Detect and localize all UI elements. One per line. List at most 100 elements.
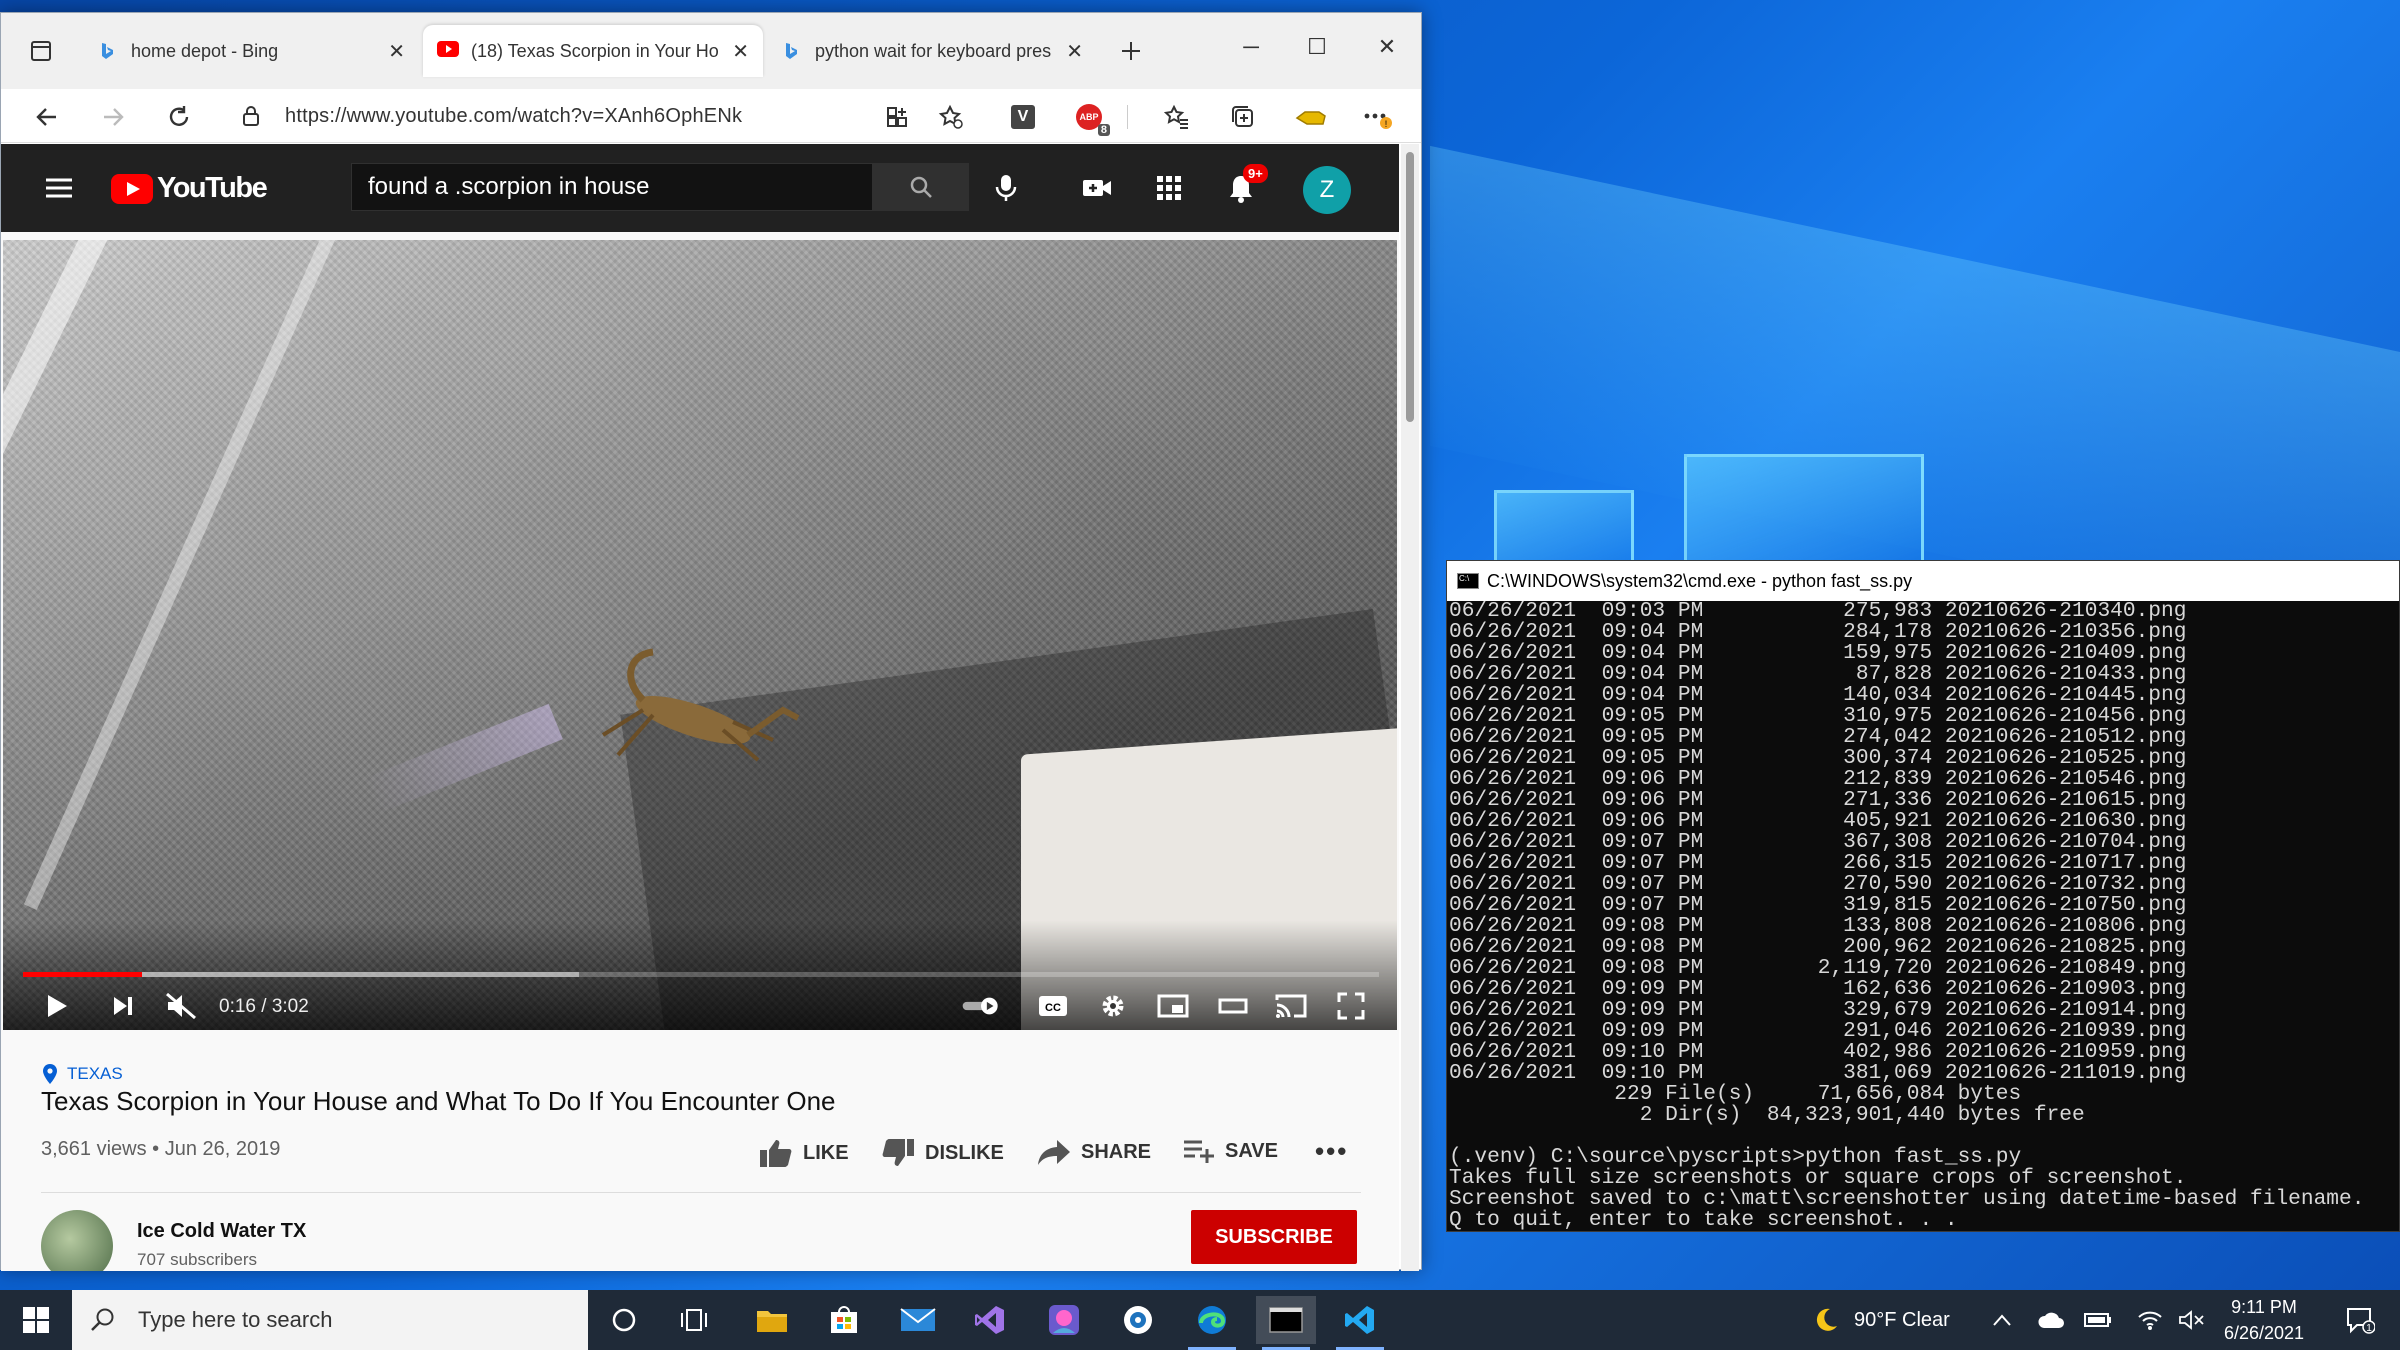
share-button[interactable]: SHARE	[1037, 1138, 1151, 1166]
location-tag[interactable]: TEXAS	[43, 1064, 123, 1084]
favorites-icon[interactable]	[1157, 97, 1197, 137]
cmd-line: 06/26/2021 09:07 PM 270,590 20210626-210…	[1449, 872, 2187, 896]
weather-text[interactable]: 90°F Clear	[1854, 1309, 1950, 1332]
battery-icon[interactable]	[2070, 1296, 2126, 1344]
create-video-icon[interactable]	[1077, 168, 1117, 208]
theater-mode-icon[interactable]	[1213, 990, 1253, 1022]
youtube-logo[interactable]: YouTube	[111, 172, 268, 205]
command-prompt-icon[interactable]	[1256, 1296, 1316, 1350]
task-view-icon[interactable]	[664, 1296, 724, 1344]
tab-close-icon[interactable]: ✕	[1066, 39, 1083, 64]
add-favorite-icon[interactable]	[931, 97, 971, 137]
cmd-output[interactable]: 06/26/2021 09:03 PM 275,983 20210626-210…	[1449, 601, 2400, 1233]
microsoft-store-icon[interactable]	[814, 1296, 874, 1344]
extension-v-icon[interactable]: V	[1003, 97, 1043, 137]
channel-name[interactable]: Ice Cold Water TX	[137, 1220, 306, 1243]
mute-icon[interactable]	[161, 990, 201, 1022]
close-window-icon[interactable]: ✕	[1357, 27, 1417, 67]
cmd-line: 06/26/2021 09:04 PM 159,975 20210626-210…	[1449, 641, 2187, 665]
new-tab-icon[interactable]	[1111, 31, 1151, 71]
clock[interactable]: 9:11 PM 6/26/2021	[2208, 1294, 2320, 1346]
extension-hand-icon[interactable]	[1291, 97, 1331, 137]
extension-v-label: V	[1011, 105, 1035, 129]
dislike-button[interactable]: DISLIKE	[881, 1138, 1004, 1168]
weather-moon-icon	[1816, 1308, 1837, 1331]
played-bar	[23, 972, 143, 977]
taskbar-search[interactable]: Type here to search	[72, 1290, 588, 1350]
tab-bing-python[interactable]: python wait for keyboard pres ✕	[767, 25, 1097, 77]
like-label: LIKE	[803, 1141, 849, 1164]
app-available-icon[interactable]	[877, 97, 917, 137]
progress-bar[interactable]	[23, 972, 1379, 977]
microphone-icon[interactable]	[986, 168, 1026, 208]
cmd-line: 06/26/2021 09:06 PM 271,336 20210626-210…	[1449, 788, 2187, 812]
tab-youtube-scorpion[interactable]: (18) Texas Scorpion in Your Ho ✕	[423, 25, 763, 77]
page-scrollbar[interactable]	[1401, 144, 1419, 1271]
system-tray: 90°F Clear	[1812, 1290, 1950, 1350]
youtube-icon	[437, 41, 459, 61]
action-center-icon[interactable]: 1	[2330, 1296, 2390, 1344]
adblock-badge: 8	[1097, 124, 1110, 136]
notification-badge: 9+	[1243, 164, 1268, 183]
play-icon[interactable]	[37, 990, 77, 1022]
adblock-icon[interactable]: ABP 8	[1069, 97, 1110, 137]
search-input[interactable]: found a .scorpion in house	[351, 163, 873, 211]
lock-icon[interactable]	[241, 105, 261, 132]
subscriber-count: 707 subscribers	[137, 1250, 258, 1269]
miniplayer-icon[interactable]	[1153, 990, 1193, 1022]
thumbs-down-icon	[882, 1139, 914, 1166]
next-icon[interactable]	[103, 990, 143, 1022]
channel-avatar[interactable]	[41, 1210, 113, 1271]
tab-bing-home-depot[interactable]: home depot - Bing ✕	[83, 25, 419, 77]
youtube-header: YouTube found a .scorpion in house 9+ Z	[1, 144, 1399, 232]
scorpion-image	[601, 648, 800, 762]
cmd-title-bar[interactable]: C:\WINDOWS\system32\cmd.exe - python fas…	[1447, 561, 2399, 601]
avatar[interactable]: Z	[1303, 166, 1351, 214]
menu-icon[interactable]	[39, 168, 79, 208]
vscode-icon[interactable]	[1330, 1296, 1390, 1350]
cmd-line: 06/26/2021 09:07 PM 367,308 20210626-210…	[1449, 830, 2187, 854]
start-button[interactable]	[0, 1290, 72, 1350]
save-button[interactable]: SAVE	[1183, 1138, 1278, 1164]
forward-icon[interactable]	[93, 97, 133, 137]
captions-icon[interactable]: CC	[1033, 990, 1073, 1022]
cmd-line: 06/26/2021 09:10 PM 402,986 20210626-210…	[1449, 1040, 2187, 1064]
minimize-icon[interactable]: ─	[1221, 27, 1281, 67]
address-bar[interactable]: https://www.youtube.com/watch?v=XAnh6Oph…	[225, 95, 985, 137]
photo-app-icon[interactable]	[1034, 1296, 1094, 1344]
subscribe-button[interactable]: SUBSCRIBE	[1191, 1210, 1357, 1264]
cmd-line: 06/26/2021 09:03 PM 275,983 20210626-210…	[1449, 601, 2187, 623]
more-actions-icon[interactable]: •••	[1315, 1136, 1348, 1167]
settings-more-icon[interactable]: !	[1357, 97, 1397, 137]
cmd-line: 06/26/2021 09:08 PM 133,808 20210626-210…	[1449, 914, 2187, 938]
back-icon[interactable]	[27, 97, 67, 137]
cmd-line: 06/26/2021 09:05 PM 274,042 20210626-210…	[1449, 725, 2187, 749]
browser-window: home depot - Bing ✕ (18) Texas Scorpion …	[0, 12, 1422, 1271]
scrollbar-thumb[interactable]	[1406, 152, 1414, 422]
cmd-window[interactable]: C:\WINDOWS\system32\cmd.exe - python fas…	[1446, 560, 2400, 1232]
uplay-app-icon[interactable]	[1108, 1296, 1168, 1344]
fullscreen-icon[interactable]	[1331, 990, 1371, 1022]
tab-close-icon[interactable]: ✕	[732, 39, 749, 64]
like-button[interactable]: LIKE	[759, 1138, 849, 1168]
cmd-line: 229 File(s) 71,656,084 bytes	[1449, 1082, 2022, 1106]
cast-icon[interactable]	[1271, 990, 1311, 1022]
collections-icon[interactable]	[1223, 97, 1263, 137]
mail-icon[interactable]	[888, 1296, 948, 1344]
tab-actions-icon[interactable]	[21, 31, 61, 71]
cmd-icon	[1457, 573, 1479, 589]
edge-icon[interactable]	[1182, 1296, 1242, 1350]
file-explorer-icon[interactable]	[742, 1296, 802, 1344]
video-player[interactable]: 0:16 / 3:02 CC	[3, 240, 1397, 1030]
cortana-icon[interactable]	[594, 1296, 654, 1344]
refresh-icon[interactable]	[159, 97, 199, 137]
maximize-icon[interactable]: ☐	[1287, 27, 1347, 67]
autoplay-toggle[interactable]	[961, 990, 1001, 1022]
toolbar-divider	[1127, 105, 1128, 129]
settings-gear-icon[interactable]	[1093, 990, 1133, 1022]
apps-grid-icon[interactable]	[1149, 168, 1189, 208]
search-button[interactable]	[873, 163, 969, 211]
tab-close-icon[interactable]: ✕	[388, 39, 405, 64]
visual-studio-icon[interactable]	[960, 1296, 1020, 1344]
youtube-logo-text: YouTube	[157, 172, 268, 204]
